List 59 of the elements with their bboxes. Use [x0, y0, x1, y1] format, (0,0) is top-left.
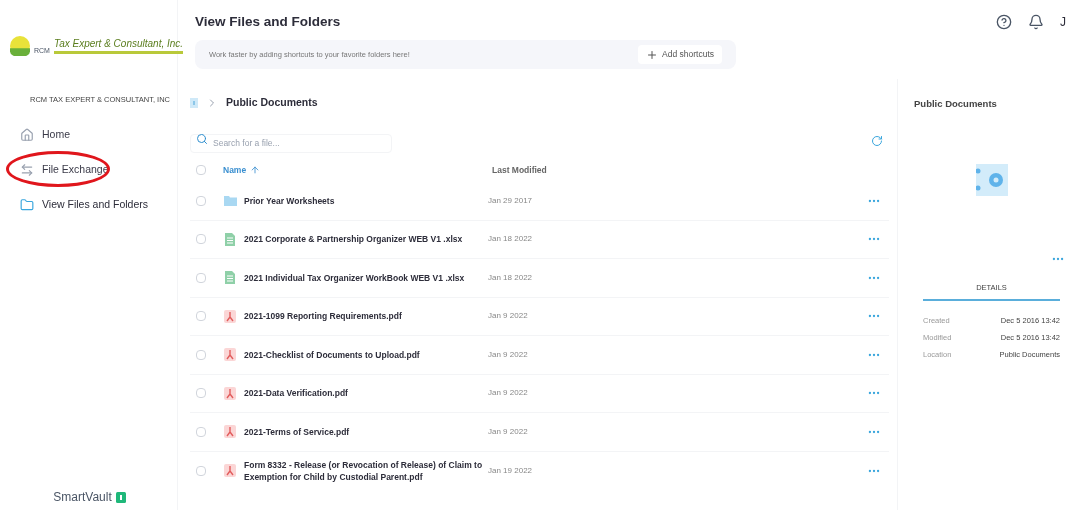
- select-all-checkbox[interactable]: [196, 165, 206, 175]
- file-name[interactable]: 2021-Terms of Service.pdf: [244, 419, 488, 444]
- row-checkbox[interactable]: [196, 311, 206, 322]
- nav-item[interactable]: Home: [20, 127, 177, 143]
- pdf-icon: [224, 386, 236, 400]
- home-icon: [20, 128, 34, 143]
- search-field[interactable]: Search for a file...: [190, 133, 392, 153]
- row-checkbox[interactable]: [196, 234, 206, 245]
- row-checkbox[interactable]: [196, 465, 206, 476]
- help-icon[interactable]: [996, 14, 1012, 31]
- folder-preview-icon: [976, 163, 1008, 196]
- page-title: View Files and Folders: [195, 13, 341, 31]
- row-checkbox[interactable]: [196, 272, 206, 283]
- breadcrumb-current: Public Documents: [226, 95, 318, 111]
- refresh-icon[interactable]: [871, 135, 883, 147]
- modified-date: Jan 29 2017: [488, 194, 534, 207]
- pdf-icon: [224, 309, 236, 323]
- sun-logo-icon: [10, 36, 30, 56]
- row-checkbox[interactable]: [196, 195, 206, 206]
- modified-date: Jan 9 2022: [488, 348, 529, 361]
- row-checkbox[interactable]: [196, 388, 206, 399]
- home-folder-icon[interactable]: [190, 98, 198, 109]
- brand-name: SmartVault: [53, 489, 112, 506]
- spreadsheet-icon: [225, 271, 235, 285]
- add-shortcuts-button[interactable]: Add shortcuts: [638, 45, 722, 65]
- file-name[interactable]: 2021-1099 Reporting Requirements.pdf: [244, 304, 488, 329]
- sort-arrow-icon: [250, 165, 261, 175]
- file-name[interactable]: 2021-Checklist of Documents to Upload.pdf: [244, 342, 488, 367]
- modified-date: Jan 18 2022: [488, 271, 534, 284]
- modified-date: Jan 19 2022: [488, 464, 534, 477]
- column-header[interactable]: Name: [223, 163, 492, 177]
- folder-icon: [20, 197, 34, 212]
- nav-item[interactable]: File Exchange: [20, 162, 177, 178]
- spreadsheet-icon: [225, 232, 235, 246]
- file-name[interactable]: Prior Year Worksheets: [244, 188, 488, 213]
- row-checkbox[interactable]: [196, 426, 206, 437]
- notification-icon[interactable]: [1028, 14, 1044, 31]
- pdf-icon: [224, 348, 236, 362]
- logo-text: Tax Expert & Consultant, Inc.: [53, 38, 184, 54]
- row-checkbox[interactable]: [196, 349, 206, 360]
- column-header[interactable]: Last Modified: [492, 163, 547, 177]
- modified-date: Jan 18 2022: [488, 233, 534, 246]
- modified-date: Jan 9 2022: [488, 310, 529, 323]
- vault-logo-icon: [115, 491, 126, 503]
- pdf-icon: [224, 464, 236, 478]
- file-name[interactable]: Form 8332 - Release (or Revocation of Release) of Claim to Exemption for Child by Custodial Parent.pdf: [244, 452, 488, 489]
- file-name[interactable]: 2021 Individual Tax Organizer WorkBook WEB V1 .xlsx: [244, 265, 488, 290]
- plus-icon: [646, 48, 658, 61]
- folder-icon: [223, 195, 237, 207]
- modified-date: Jan 9 2022: [488, 425, 529, 438]
- pdf-icon: [224, 425, 236, 439]
- file-name[interactable]: 2021 Corporate & Partnership Organizer WEB V1 .xlsx: [244, 227, 488, 252]
- user-name[interactable]: J: [1060, 13, 1066, 32]
- file-name[interactable]: 2021-Data Verification.pdf: [244, 381, 488, 406]
- panel-title: Public Documents: [914, 97, 998, 112]
- modified-date: Jan 9 2022: [488, 387, 529, 400]
- exchange-icon: [20, 162, 34, 177]
- nav-item[interactable]: View Files and Folders: [20, 196, 177, 213]
- search-icon: [196, 133, 208, 145]
